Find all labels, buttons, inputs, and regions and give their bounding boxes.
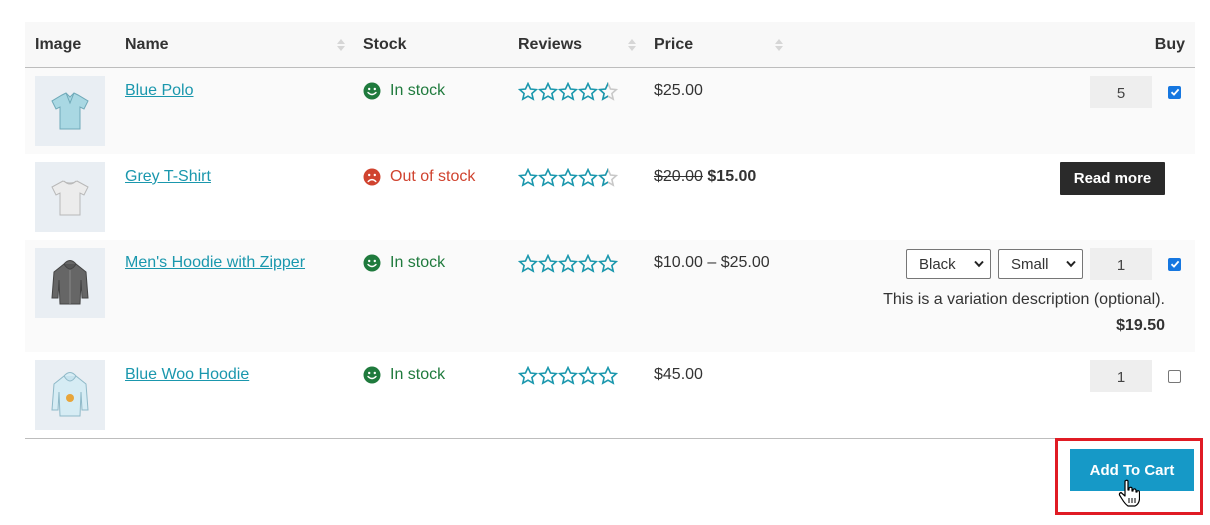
hand-pointer-icon: [1118, 479, 1140, 507]
sale-price: $15.00: [707, 168, 757, 185]
header-label: Name: [125, 35, 169, 53]
sort-icon[interactable]: [775, 38, 784, 51]
product-table: Image Name Stock Reviews Price Buy Blue …: [25, 22, 1195, 439]
quantity-input[interactable]: [1090, 360, 1152, 392]
star-icon: [558, 254, 578, 273]
star-icon: [598, 82, 618, 101]
star-icon: [578, 254, 598, 273]
product-name-link[interactable]: Grey T-Shirt: [125, 168, 211, 186]
smile-icon: [363, 254, 381, 272]
smile-icon: [363, 82, 381, 100]
hoodie-icon: [51, 260, 89, 305]
buy-checkbox[interactable]: [1168, 85, 1181, 99]
product-table-wrap: Image Name Stock Reviews Price Buy Blue …: [25, 22, 1195, 439]
sort-icon[interactable]: [628, 38, 636, 51]
check-icon: [1170, 88, 1179, 96]
star-icon: [598, 366, 618, 385]
column-header-stock: Stock: [353, 22, 508, 68]
header-label: Price: [654, 35, 694, 53]
star-icon: [518, 254, 538, 273]
hoodie-icon: [51, 372, 89, 417]
size-select[interactable]: Small: [998, 249, 1083, 279]
quantity-input[interactable]: [1090, 248, 1152, 280]
sort-icon[interactable]: [337, 38, 345, 51]
polo-shirt-icon: [51, 92, 89, 130]
variation-price: $19.50: [1116, 317, 1165, 334]
star-icon: [538, 82, 558, 101]
buy-checkbox[interactable]: [1168, 369, 1181, 383]
smile-icon: [363, 366, 381, 384]
product-thumbnail[interactable]: [35, 248, 105, 318]
star-rating: [518, 82, 634, 101]
table-row: Men's Hoodie with Zipper In stock $10.00…: [25, 240, 1195, 352]
star-icon: [518, 366, 538, 385]
select-value: Black: [919, 255, 956, 273]
star-icon: [538, 366, 558, 385]
stock-label: Out of stock: [390, 168, 476, 185]
stock-status: In stock: [363, 366, 498, 384]
color-select[interactable]: Black: [906, 249, 991, 279]
column-header-price[interactable]: Price: [644, 22, 874, 68]
stock-label: In stock: [390, 254, 446, 271]
old-price: $20.00: [654, 168, 703, 185]
star-icon: [598, 168, 618, 187]
star-icon: [518, 82, 538, 101]
star-icon: [518, 168, 538, 187]
star-icon: [578, 82, 598, 101]
product-price: $45.00: [654, 366, 703, 383]
star-rating: [518, 366, 634, 385]
product-thumbnail[interactable]: [35, 162, 105, 232]
stock-label: In stock: [390, 366, 446, 383]
star-icon: [578, 168, 598, 187]
header-label: Image: [35, 35, 82, 53]
stock-status: In stock: [363, 254, 498, 272]
header-label: Reviews: [518, 35, 583, 53]
table-header-row: Image Name Stock Reviews Price Buy: [25, 22, 1195, 68]
stock-label: In stock: [390, 82, 446, 99]
column-header-image: Image: [25, 22, 115, 68]
product-price: $25.00: [654, 82, 703, 99]
table-row: Blue Polo In stock $25.00: [25, 67, 1195, 154]
column-header-reviews[interactable]: Reviews: [508, 22, 644, 68]
read-more-button[interactable]: Read more: [1060, 162, 1165, 195]
header-label: Stock: [363, 35, 407, 53]
product-thumbnail[interactable]: [35, 76, 105, 146]
star-rating: [518, 168, 634, 187]
quantity-input[interactable]: [1090, 76, 1152, 108]
product-price: $20.00 $15.00: [654, 168, 864, 186]
frown-icon: [363, 168, 381, 186]
star-icon: [538, 254, 558, 273]
product-thumbnail[interactable]: [35, 360, 105, 430]
chevron-down-icon: [974, 260, 984, 268]
buy-checkbox[interactable]: [1168, 257, 1181, 271]
stock-status: Out of stock: [363, 168, 498, 186]
check-icon: [1170, 260, 1179, 268]
stock-status: In stock: [363, 82, 498, 100]
t-shirt-icon: [51, 180, 89, 216]
product-name-link[interactable]: Blue Polo: [125, 82, 194, 100]
chevron-down-icon: [1066, 260, 1076, 268]
star-icon: [598, 254, 618, 273]
star-icon: [558, 168, 578, 187]
star-rating: [518, 254, 634, 273]
table-row: Blue Woo Hoodie In stock $45.00: [25, 352, 1195, 439]
star-icon: [538, 168, 558, 187]
table-row: Grey T-Shirt Out of stock $20.00 $15.00 …: [25, 154, 1195, 240]
select-value: Small: [1011, 255, 1049, 273]
product-name-link[interactable]: Blue Woo Hoodie: [125, 366, 249, 384]
column-header-buy: Buy: [874, 22, 1195, 68]
column-header-name[interactable]: Name: [115, 22, 353, 68]
star-icon: [558, 82, 578, 101]
star-icon: [558, 366, 578, 385]
header-label: Buy: [1154, 35, 1185, 53]
product-price: $10.00 – $25.00: [654, 254, 770, 271]
variation-description: This is a variation description (optiona…: [883, 291, 1165, 308]
product-name-link[interactable]: Men's Hoodie with Zipper: [125, 254, 305, 272]
star-icon: [578, 366, 598, 385]
